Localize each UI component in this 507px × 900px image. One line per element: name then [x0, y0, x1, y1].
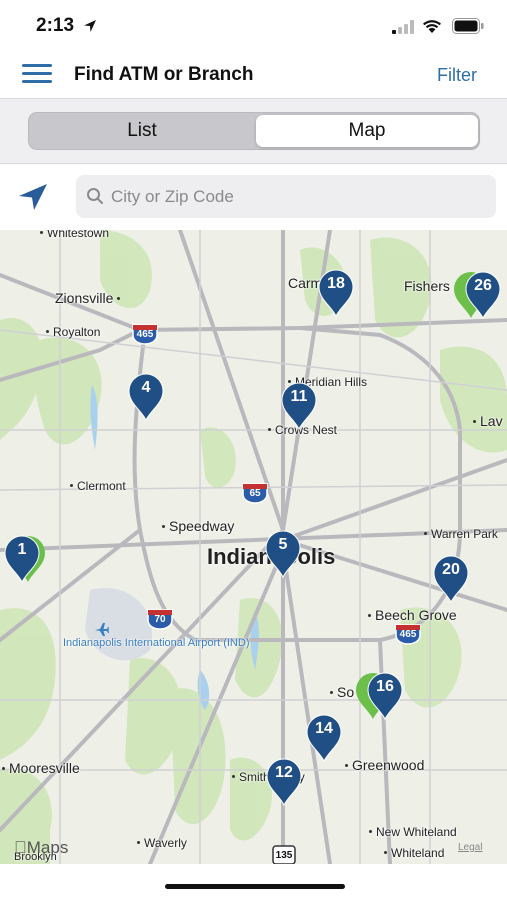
search-row	[0, 164, 507, 230]
location-pin-1[interactable]: 1	[3, 534, 45, 584]
location-pin-20[interactable]: 20	[432, 554, 470, 604]
map-label-lawrence: Lav	[473, 413, 503, 429]
map-view[interactable]: Whitestown Zionsville Royalton Carmel Fi…	[0, 230, 507, 864]
map-label-whitestown: Whitestown	[40, 230, 109, 240]
map-label-mooresville: Mooresville	[2, 760, 80, 776]
map-label-greenwood: Greenwood	[345, 757, 424, 773]
state-road-shield: 135	[270, 844, 298, 864]
cellular-signal-icon	[392, 20, 414, 34]
map-label-southport: So	[330, 684, 354, 700]
search-icon	[87, 188, 103, 204]
interstate-shield: 65	[241, 482, 269, 504]
map-label-clermont: Clermont	[70, 479, 126, 493]
tab-map[interactable]: Map	[256, 115, 478, 147]
wifi-icon	[423, 20, 441, 33]
map-label-royalton: Royalton	[46, 325, 100, 339]
map-label-whiteland: Whiteland	[384, 846, 444, 860]
status-bar: 2:13	[0, 0, 507, 50]
page-title: Find ATM or Branch	[74, 64, 254, 85]
legal-link[interactable]: Legal	[458, 842, 482, 853]
tab-list[interactable]: List	[31, 115, 253, 147]
view-toggle-bar: List Map	[0, 98, 507, 164]
location-pin-18[interactable]: 18	[317, 268, 355, 318]
search-input[interactable]	[111, 175, 481, 218]
interstate-shield: 465	[131, 323, 159, 345]
search-box	[76, 175, 496, 218]
map-label-new-whiteland: New Whiteland	[369, 825, 457, 839]
bottom-safe-area	[0, 864, 507, 900]
home-indicator[interactable]	[165, 884, 345, 889]
map-label-warren-park: Warren Park	[424, 527, 498, 541]
airport-icon	[95, 623, 109, 636]
list-map-segmented-control: List Map	[28, 112, 480, 150]
apple-maps-logo: Maps	[14, 838, 68, 857]
map-label-zionsville: Zionsville	[55, 290, 124, 306]
location-pin-16[interactable]: 16	[354, 671, 404, 721]
map-label-fishers: Fishers	[404, 278, 450, 294]
filter-button[interactable]: Filter	[437, 65, 477, 86]
menu-icon[interactable]	[22, 64, 52, 84]
battery-icon	[452, 18, 484, 34]
interstate-shield: 465	[394, 623, 422, 645]
map-label-airport: Indianapolis International Airport (IND)	[63, 637, 250, 649]
location-pin-5[interactable]: 5	[264, 529, 302, 579]
current-location-icon[interactable]	[17, 182, 49, 212]
location-services-icon	[84, 20, 96, 32]
map-label-beech-grove: Beech Grove	[368, 607, 457, 623]
interstate-shield: 70	[146, 608, 174, 630]
apple-logo-icon: 	[14, 838, 27, 857]
map-label-speedway: Speedway	[162, 518, 234, 534]
location-pin-26[interactable]: 26	[452, 270, 506, 320]
app-header: Find ATM or Branch Filter	[0, 50, 507, 98]
location-pin-4[interactable]: 4	[127, 372, 165, 422]
location-pin-12[interactable]: 12	[265, 757, 303, 807]
status-time: 2:13	[36, 15, 75, 36]
map-label-waverly: Waverly	[137, 836, 187, 850]
location-pin-14[interactable]: 14	[305, 713, 343, 763]
location-pin-11[interactable]: 11	[280, 381, 318, 431]
